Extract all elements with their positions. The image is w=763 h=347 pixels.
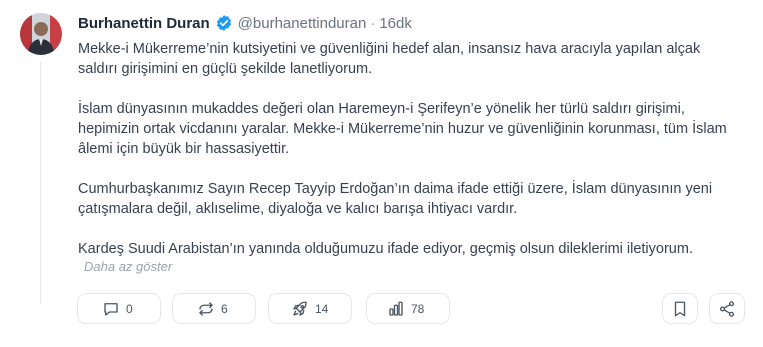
post-body: Mekke-i Mükerreme’nin kutsiyetini ve güv… [78,39,738,259]
separator-dot: · [370,14,376,32]
bookmark-button[interactable] [662,293,698,324]
reply-button[interactable]: 0 [77,293,161,324]
bookmark-icon [671,300,689,318]
paragraph-4: Kardeş Suudi Arabistan’ın yanında olduğu… [78,241,693,257]
boost-button[interactable]: 14 [268,293,352,324]
repost-count: 6 [221,301,228,316]
verified-badge-icon [215,14,233,32]
share-button[interactable] [709,293,745,324]
share-icon [718,300,736,318]
repost-icon [197,300,215,318]
show-less-link[interactable]: Daha az göster [84,259,172,274]
paragraph-1: Mekke-i Mükerreme’nin kutsiyetini ve güv… [78,41,701,77]
paragraph-3: Cumhurbaşkanımız Sayın Recep Tayyip Erdo… [78,181,713,217]
rocket-icon [291,300,309,318]
repost-button[interactable]: 6 [172,293,256,324]
author-name[interactable]: Burhanettin Duran [78,15,210,32]
views-count: 78 [411,301,425,316]
reply-count: 0 [126,301,133,316]
comment-icon [102,300,120,318]
views-button[interactable]: 78 [366,293,450,324]
profile-photo-icon [20,13,62,55]
paragraph-2: İslam dünyasının mukaddes değeri olan Ha… [78,101,727,157]
avatar[interactable] [20,13,62,55]
thread-line [40,62,41,304]
boost-count: 14 [315,301,329,316]
post-timestamp[interactable]: 16dk [379,15,412,32]
post-header: Burhanettin Duran @burhanettinduran · 16… [78,13,412,33]
author-handle[interactable]: @burhanettinduran [238,15,367,32]
post-card: Burhanettin Duran @burhanettinduran · 16… [0,0,763,347]
action-bar: 0 6 14 78 [0,293,763,326]
bar-chart-icon [387,300,405,318]
